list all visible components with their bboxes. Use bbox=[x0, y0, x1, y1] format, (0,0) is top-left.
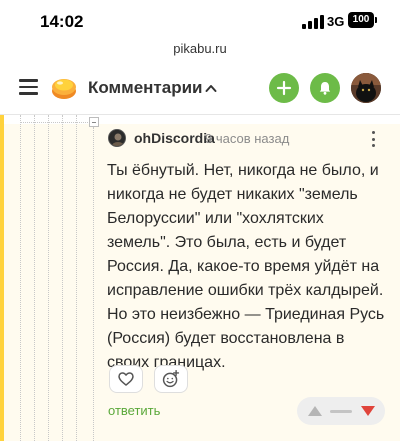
page-title[interactable]: Комментарии bbox=[88, 78, 202, 98]
signal-icon bbox=[302, 15, 324, 29]
chevron-up-icon[interactable] bbox=[205, 83, 217, 93]
hamburger-menu-icon[interactable] bbox=[19, 79, 38, 95]
notifications-button[interactable] bbox=[310, 73, 340, 103]
thread-line[interactable] bbox=[20, 115, 21, 441]
like-button[interactable] bbox=[109, 365, 143, 393]
author-avatar[interactable] bbox=[108, 129, 126, 147]
collapse-thread-button[interactable] bbox=[89, 117, 99, 127]
comment-body: Ты ёбнутый. Нет, никогда не было, и нико… bbox=[107, 162, 385, 371]
upvote-triangle-icon[interactable] bbox=[307, 405, 323, 417]
heart-icon bbox=[118, 372, 134, 386]
pikabu-logo-icon[interactable] bbox=[50, 74, 78, 102]
comment-timestamp[interactable]: 9 часов назад bbox=[205, 131, 289, 146]
cat-avatar-icon bbox=[351, 73, 381, 103]
comment-author[interactable]: ohDiscordia bbox=[134, 130, 215, 146]
status-bar: 14:02 3G 100 bbox=[0, 0, 400, 40]
plus-icon bbox=[276, 80, 292, 96]
add-emoji-icon bbox=[162, 369, 180, 388]
thread-line[interactable] bbox=[76, 115, 77, 441]
app-header: Комментарии bbox=[0, 62, 400, 114]
thread-line[interactable] bbox=[34, 115, 35, 441]
status-time: 14:02 bbox=[40, 12, 84, 31]
bell-icon bbox=[319, 82, 331, 95]
rating-dash bbox=[330, 410, 352, 413]
downvote-triangle-icon[interactable] bbox=[360, 405, 376, 417]
header-divider bbox=[0, 114, 400, 115]
browser-url[interactable]: pikabu.ru bbox=[0, 40, 400, 58]
reply-link[interactable]: ответить bbox=[108, 403, 160, 418]
battery-icon: 100 bbox=[348, 12, 374, 28]
user-avatar[interactable] bbox=[351, 73, 381, 103]
vertical-dots-icon[interactable] bbox=[368, 130, 378, 148]
thread-connector bbox=[20, 122, 90, 123]
network-type: 3G bbox=[327, 14, 345, 29]
thread-highlight-line bbox=[0, 115, 4, 441]
thread-line[interactable] bbox=[62, 115, 63, 441]
add-post-button[interactable] bbox=[269, 73, 299, 103]
thread-line[interactable] bbox=[48, 115, 49, 441]
add-reaction-button[interactable] bbox=[154, 365, 188, 393]
battery-tip bbox=[375, 17, 377, 23]
thread-line[interactable] bbox=[93, 127, 94, 441]
